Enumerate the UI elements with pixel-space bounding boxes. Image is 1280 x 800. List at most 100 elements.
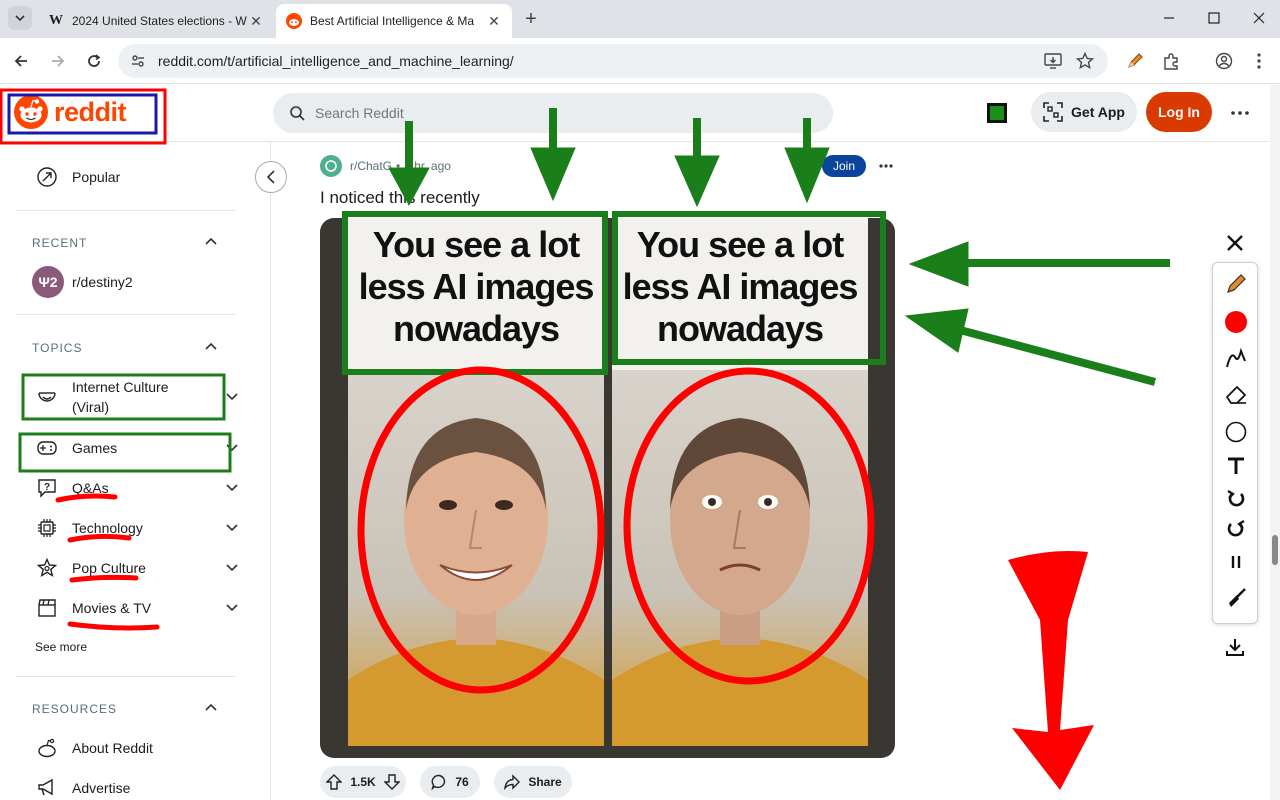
sidebar-item-destiny2[interactable]: Ψ2 r/destiny2 <box>20 266 250 298</box>
download-icon[interactable] <box>1222 634 1248 660</box>
annotation-close-button[interactable] <box>1222 230 1248 256</box>
get-app-button[interactable]: Get App <box>1031 92 1137 132</box>
text-tool-icon[interactable] <box>1223 453 1249 479</box>
page-scrollbar[interactable] <box>1270 85 1280 800</box>
chevron-down-icon <box>15 15 25 22</box>
chevron-up-icon[interactable] <box>204 702 218 712</box>
subreddit-link[interactable]: r/ChatG <box>350 159 392 173</box>
portrait-photo <box>612 370 868 746</box>
collapse-sidebar-button[interactable] <box>255 161 287 193</box>
comments-button[interactable]: 76 <box>420 766 480 798</box>
sidebar-topic-pop-culture[interactable]: Pop Culture <box>20 556 250 580</box>
recent-heading[interactable]: RECENT <box>32 236 87 250</box>
sidebar-item-label: Advertise <box>72 780 131 796</box>
bookmark-star-icon[interactable] <box>1072 48 1098 74</box>
caption-line: nowadays <box>392 308 560 349</box>
post-title[interactable]: I noticed this recently <box>320 188 480 208</box>
downvote-arrow-icon[interactable] <box>383 774 400 790</box>
header-more-icon[interactable] <box>1226 100 1254 126</box>
join-label: Join <box>832 159 855 173</box>
annotation-green-arrows-left <box>904 241 1170 386</box>
sidebar-topic-movies-tv[interactable]: Movies & TV <box>20 596 250 620</box>
login-button[interactable]: Log In <box>1146 92 1212 132</box>
share-button[interactable]: Share <box>494 766 572 798</box>
extensions-puzzle-icon[interactable] <box>1158 48 1184 74</box>
sidebar-topic-internet-culture[interactable]: Internet Culture (Viral) <box>20 377 250 417</box>
minimize-button[interactable] <box>1146 0 1192 36</box>
reddit-snoo-icon <box>14 95 48 129</box>
pencil-extension-icon[interactable] <box>1122 48 1148 74</box>
gamepad-icon <box>36 437 58 459</box>
sidebar-topic-games[interactable]: Games <box>20 436 250 460</box>
vote-count: 1.5K <box>350 775 376 789</box>
topics-heading[interactable]: TOPICS <box>32 341 82 355</box>
search-input[interactable] <box>315 105 795 121</box>
see-more-link[interactable]: See more <box>35 640 87 654</box>
divider <box>16 210 236 211</box>
post-image[interactable]: You see a lot less AI images nowadays Yo… <box>320 218 895 758</box>
divider <box>16 676 236 677</box>
divider <box>16 314 236 315</box>
circle-shape-icon[interactable] <box>1223 419 1249 445</box>
chevron-down-icon <box>226 604 238 612</box>
pause-icon[interactable] <box>1223 549 1249 575</box>
tab-reddit[interactable]: Best Artificial Intelligence & Ma ✕ <box>276 4 512 38</box>
post-more-icon[interactable] <box>876 155 896 177</box>
freehand-pen-icon[interactable] <box>1223 345 1249 371</box>
tab-wikipedia[interactable]: W 2024 United States elections - W ✕ <box>38 4 274 38</box>
search-bar[interactable] <box>273 93 833 133</box>
chevron-down-icon <box>226 444 238 452</box>
chevron-up-icon[interactable] <box>204 341 218 351</box>
maximize-button[interactable] <box>1191 0 1237 36</box>
browser-toolbar: reddit.com/t/artificial_intelligence_and… <box>0 38 1280 84</box>
site-settings-icon[interactable] <box>130 53 146 69</box>
back-button[interactable] <box>8 48 34 74</box>
comment-bubble-icon <box>431 774 446 790</box>
color-red-icon[interactable] <box>1223 309 1249 335</box>
close-tab-icon[interactable]: ✕ <box>486 13 502 29</box>
join-button[interactable]: Join <box>822 155 866 177</box>
meme-caption: You see a lot less AI images nowadays <box>348 224 604 350</box>
close-icon <box>1253 12 1265 24</box>
clear-broom-icon[interactable] <box>1223 585 1249 611</box>
tab-search-dropdown-button[interactable] <box>8 6 32 30</box>
close-tab-icon[interactable]: ✕ <box>248 13 264 29</box>
sidebar-item-label: Technology <box>72 520 143 536</box>
arrow-left-icon <box>14 55 27 67</box>
sidebar-item-advertise[interactable]: Advertise <box>20 776 250 800</box>
share-arrow-icon <box>504 774 521 790</box>
qr-code-icon[interactable] <box>987 103 1007 123</box>
comment-count: 76 <box>455 775 469 789</box>
url-text: reddit.com/t/artificial_intelligence_and… <box>158 53 514 69</box>
new-tab-button[interactable]: + <box>520 8 542 30</box>
sidebar-item-label: Q&As <box>72 480 109 496</box>
sidebar-topic-technology[interactable]: Technology <box>20 516 250 540</box>
sidebar-item-label: Games <box>72 440 118 456</box>
profile-icon[interactable] <box>1211 48 1237 74</box>
upvote-arrow-icon[interactable] <box>326 774 343 790</box>
forward-button[interactable] <box>45 48 71 74</box>
redo-icon[interactable] <box>1223 515 1249 541</box>
pencil-icon[interactable] <box>1223 271 1249 297</box>
scrollbar-thumb[interactable] <box>1272 535 1278 565</box>
sidebar-item-about-reddit[interactable]: About Reddit <box>20 736 250 760</box>
address-bar[interactable]: reddit.com/t/artificial_intelligence_and… <box>118 44 1108 78</box>
sidebar-topic-qas[interactable]: ? Q&As <box>20 476 250 500</box>
vote-control: 1.5K <box>320 766 406 798</box>
undo-icon[interactable] <box>1223 485 1249 511</box>
eraser-icon[interactable] <box>1223 381 1249 407</box>
reddit-logo[interactable]: reddit <box>14 95 127 129</box>
clapperboard-icon <box>36 597 58 619</box>
browser-menu-icon[interactable] <box>1246 48 1272 74</box>
portrait-photo <box>348 370 604 746</box>
close-window-button[interactable] <box>1236 0 1280 36</box>
chatgpt-community-icon[interactable] <box>320 155 342 177</box>
smile-icon <box>36 386 58 408</box>
sidebar-item-popular[interactable]: Popular <box>20 164 250 190</box>
install-app-icon[interactable] <box>1040 48 1066 74</box>
sidebar-item-label: Pop Culture <box>72 560 146 576</box>
reload-button[interactable] <box>81 48 107 74</box>
resources-heading[interactable]: RESOURCES <box>32 702 117 716</box>
megaphone-icon <box>36 777 58 799</box>
chevron-up-icon[interactable] <box>204 236 218 246</box>
